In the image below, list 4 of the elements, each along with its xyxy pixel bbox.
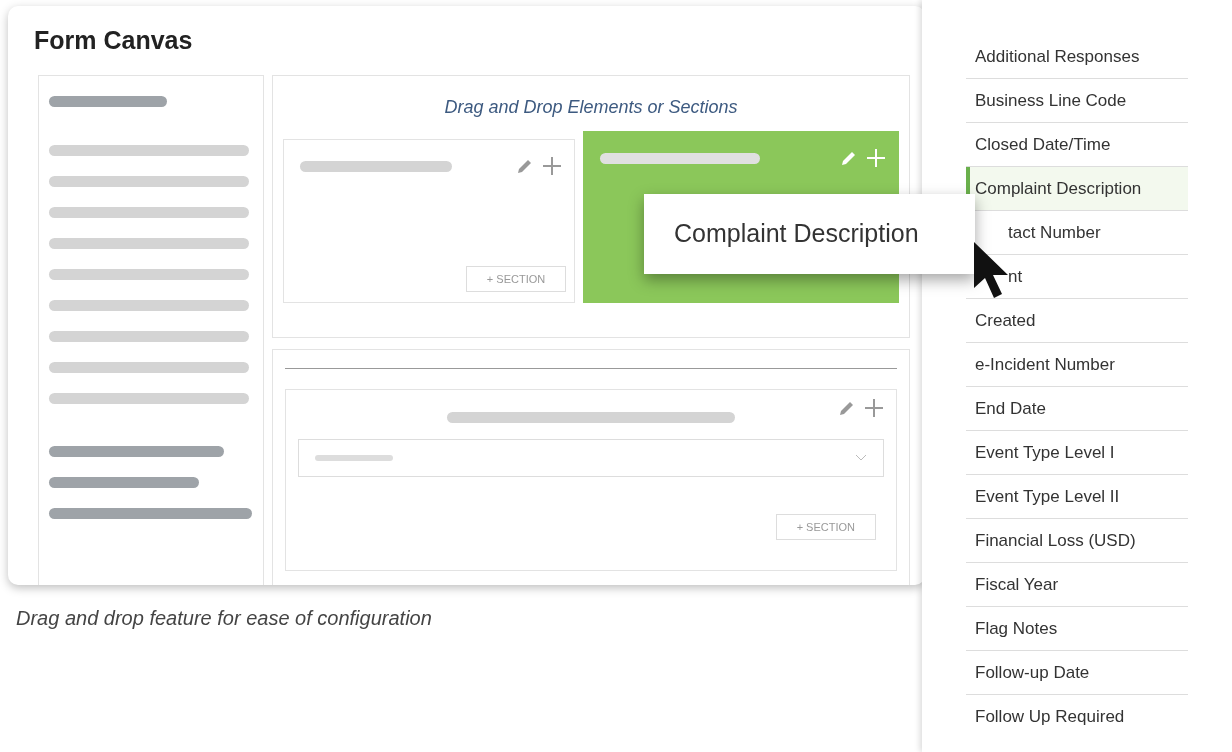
- canvas-title: Form Canvas: [34, 28, 194, 53]
- drag-tooltip: Complaint Description: [644, 194, 975, 274]
- caption: Drag and drop feature for ease of configuration: [16, 606, 433, 631]
- drop-hint: Drag and Drop Elements or Sections: [443, 96, 739, 119]
